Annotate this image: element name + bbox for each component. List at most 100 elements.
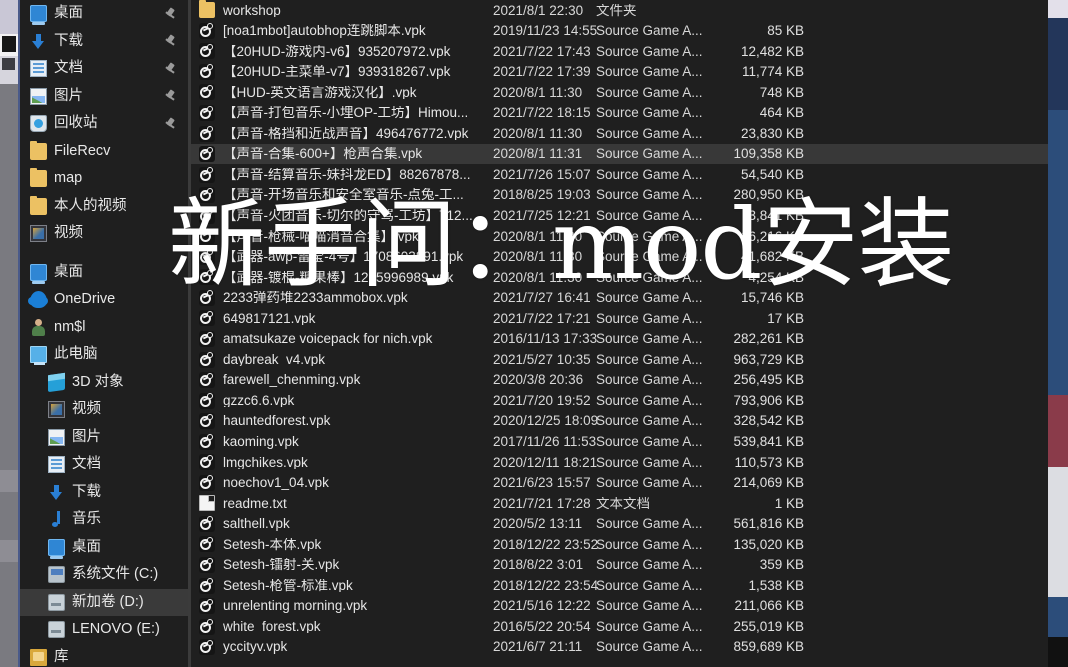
cell-date: 2021/7/20 19:52 [493,392,591,408]
recycle-bin-icon [30,115,47,133]
cell-type: Source Game A... [596,229,703,244]
table-row[interactable]: daybreak_v4.vpk 2021/5/27 10:35 Source Gam… [191,349,1052,370]
table-row[interactable]: 【20HUD-主菜单-v7】939318267.vpk 2021/7/22 17:… [191,62,1052,83]
pin-icon[interactable] [164,63,176,75]
vpk-file-icon [199,63,215,80]
table-row[interactable]: hauntedforest.vpk 2020/12/25 18:09 Source … [191,411,1052,432]
cell-type: Source Game A... [596,311,703,326]
table-row[interactable]: gzzc6.6.vpk 2021/7/20 19:52 Source Game A.… [191,390,1052,411]
vpk-file-icon [199,372,215,389]
pin-icon[interactable] [164,90,176,102]
file-list-view[interactable]: workshop 2021/8/1 22:30 文件夹 [noa1mbot]autob… [191,0,1052,667]
pictures-icon [30,87,47,105]
sidebar-item-桌面[interactable]: 桌面 [20,534,188,562]
table-row[interactable]: Setesh-枪管-标准.vpk 2018/12/22 23:54 Source G… [191,575,1052,596]
table-row[interactable]: salthell.vpk 2020/5/2 13:11 Source Game A.… [191,514,1052,535]
sidebar-item-视频[interactable]: 视频 [20,396,188,424]
sidebar-item-文档[interactable]: 文档 [20,451,188,479]
table-row[interactable]: 【武器-awp-雷莹-4号】1708603891.vpk 2020/8/1 11:… [191,247,1052,268]
cell-name: 【武器-镀棍-糖果棒】1265996989.vpk [223,270,454,285]
sidebar-item-库[interactable]: 库 [20,644,188,667]
pin-icon[interactable] [164,118,176,130]
navigation-pane[interactable]: 桌面 下载 文档 图片 回收站 FileRecv map 本人的视频 视频 桌面 OneDrive n… [20,0,188,667]
table-row[interactable]: workshop 2021/8/1 22:30 文件夹 [191,0,1052,21]
cell-date: 2021/7/22 18:15 [493,105,591,121]
cell-type: Source Game A... [596,619,703,634]
table-row[interactable]: [noa1mbot]autobhop连跳脚本.vpk 2019/11/23 14:… [191,21,1052,42]
sidebar-item-下载[interactable]: 下载 [20,479,188,507]
desktop-icon [30,263,47,284]
sidebar-item-LENOVO (E:)[interactable]: LENOVO (E:) [20,616,188,644]
sidebar-item-FileRecv[interactable]: FileRecv [20,138,188,166]
sidebar-item-系统文件 (C:)[interactable]: 系统文件 (C:) [20,561,188,589]
table-row[interactable]: white_forest.vpk 2016/5/22 20:54 Source Ga… [191,616,1052,637]
cell-name: 649817121.vpk [223,311,316,326]
table-row[interactable]: readme.txt 2021/7/21 17:28 文本文档 1 KB [191,493,1052,514]
table-row[interactable]: Setesh-镭射-关.vpk 2018/8/22 3:01 Source Game… [191,555,1052,576]
vpk-file-icon [199,166,215,183]
sidebar-item-下载[interactable]: 下载 [20,28,188,56]
cell-name: 【20HUD-主菜单-v7】939318267.vpk [223,65,451,79]
sidebar-item-本人的视频[interactable]: 本人的视频 [20,193,188,221]
table-row[interactable]: 【声音-枪械-喵喵消音合集】.vpk 2020/8/1 11:30 Source G… [191,226,1052,247]
cell-size: 16,216 KB [740,228,804,244]
background-window-sliver [0,0,20,667]
sidebar-item-桌面[interactable]: 桌面 [20,0,188,28]
sidebar-item-音乐[interactable]: 音乐 [20,506,188,534]
pin-icon[interactable] [164,35,176,47]
table-row[interactable]: 【声音-合集-600+】枪声合集.vpk 2020/8/1 11:31 Source… [191,143,1052,165]
onedrive-icon [28,291,48,309]
sidebar-item-map[interactable]: map [20,165,188,193]
cell-name: 【HUD-英文语言游戏汉化】.vpk [223,85,417,100]
vpk-file-icon [199,289,215,306]
table-row[interactable]: amatsukaze voicepack for nich.vpk 2016/11… [191,329,1052,350]
sidebar-item-图片[interactable]: 图片 [20,424,188,452]
vpk-file-icon [199,269,215,286]
sidebar-item-nm$l[interactable]: nm$l [20,314,188,342]
cell-name: unrelenting morning.vpk [223,599,368,613]
table-row[interactable]: 【声音-打包音乐-小埋OP-工坊】Himou... 2021/7/22 18:15… [191,103,1052,124]
table-row[interactable]: 【声音-结算音乐-妹抖龙ED】88267878... 2021/7/26 15:0… [191,164,1052,185]
sidebar-item-桌面[interactable]: 桌面 [20,259,188,287]
table-row[interactable]: noechov1_04.vpk 2021/6/23 15:57 Source Gam… [191,473,1052,494]
sidebar-item-label: 桌面 [72,538,101,555]
music-icon [48,511,65,528]
sidebar-item-视频[interactable]: 视频 [20,220,188,248]
user-icon [30,318,47,336]
sidebar-item-新加卷 (D:)[interactable]: 新加卷 (D:) [20,588,188,616]
table-row[interactable]: 【HUD-英文语言游戏汉化】.vpk 2020/8/1 11:30 Source G… [191,82,1052,103]
table-row[interactable]: farewell_chenming.vpk 2020/3/8 20:36 Sourc… [191,370,1052,391]
sidebar-item-此电脑[interactable]: 此电脑 [20,341,188,369]
table-row[interactable]: lmgchikes.vpk 2020/12/11 18:21 Source Game… [191,452,1052,473]
cell-type: Source Game A... [596,599,703,613]
cell-name: hauntedforest.vpk [223,414,331,428]
table-row[interactable]: 【20HUD-游戏内-v6】935207972.vpk 2021/7/22 17:… [191,41,1052,62]
cell-size: 280,950 KB [733,187,804,203]
cell-date: 2020/8/1 11:30 [493,84,583,100]
cell-date: 2020/8/1 11:30 [493,249,583,265]
sidebar-item-OneDrive[interactable]: OneDrive [20,286,188,314]
sidebar-item-回收站[interactable]: 回收站 [20,110,188,138]
cell-type: Source Game A... [596,167,703,182]
sidebar-item-文档[interactable]: 文档 [20,55,188,83]
table-row[interactable]: 【声音-格挡和近战声音】496476772.vpk 2020/8/1 11:30 S… [191,123,1052,144]
cell-name: 【武器-awp-雷莹-4号】1708603891.vpk [223,250,464,264]
cell-name: readme.txt [223,496,287,511]
table-row[interactable]: yccityv.vpk 2021/6/7 21:11 Source Game A..… [191,637,1052,658]
table-row[interactable]: 【声音-开场音乐和安全室音乐-点兔-工... 2018/8/25 19:03 Sou… [191,185,1052,206]
table-row[interactable]: unrelenting morning.vpk 2021/5/16 12:22 So… [191,596,1052,617]
screen-root: 桌面 下载 文档 图片 回收站 FileRecv map 本人的视频 视频 桌面 OneDrive n… [0,0,1068,667]
sidebar-item-图片[interactable]: 图片 [20,83,188,111]
table-row[interactable]: 【武器-镀棍-糖果棒】1265996989.vpk 2020/8/1 11:30 S… [191,267,1052,288]
pin-icon[interactable] [164,8,176,20]
table-row[interactable]: 2233弹药堆2233ammobox.vpk 2021/7/27 16:41 Sou… [191,288,1052,309]
table-row[interactable]: 【声音-火团音乐-切尔的守骂-工坊】712... 2021/7/25 12:21 S… [191,205,1052,226]
drive-icon [48,593,65,611]
table-row[interactable]: kaoming.vpk 2017/11/26 11:53 Source Game A… [191,431,1052,452]
table-row[interactable]: Setesh-本体.vpk 2018/12/22 23:52 Source Game… [191,534,1052,555]
download-icon [30,33,47,50]
table-row[interactable]: 649817121.vpk 2021/7/22 17:21 Source Game … [191,308,1052,329]
vpk-file-icon [199,577,215,594]
vpk-file-icon [199,125,215,142]
sidebar-item-3D 对象[interactable]: 3D 对象 [20,369,188,397]
